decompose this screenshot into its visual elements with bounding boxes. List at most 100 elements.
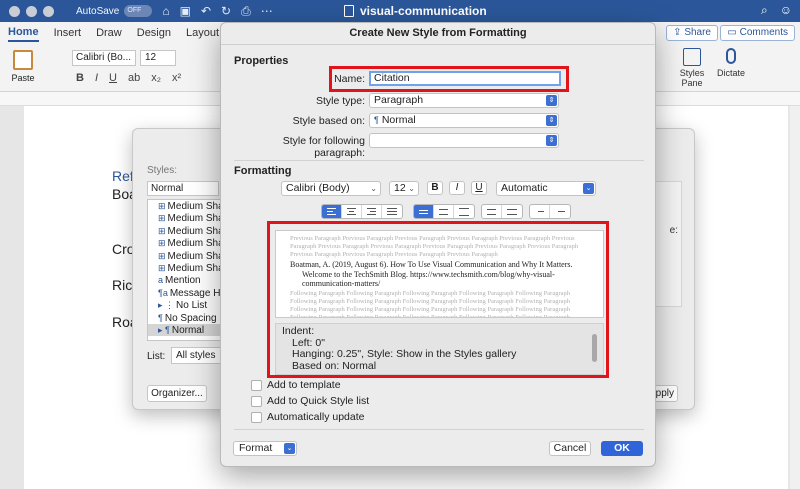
underline-icon[interactable]: U	[109, 72, 117, 84]
automatically-update-checkbox[interactable]: Automatically update	[251, 411, 364, 423]
tab-home[interactable]: Home	[8, 26, 39, 42]
undo-icon[interactable]: ↶	[201, 4, 211, 18]
list-item[interactable]: ¶ No Spacing	[148, 312, 222, 324]
autosave-toggle[interactable]: OFF	[124, 5, 153, 17]
add-to-template-label: Add to template	[267, 379, 341, 391]
space-before-icon[interactable]	[482, 205, 502, 218]
list-item[interactable]: ▸ ⋮ No List	[148, 299, 222, 311]
based-on-select[interactable]: ¶ Normal ⇕	[369, 113, 559, 128]
paste-label: Paste	[11, 73, 35, 83]
list-item[interactable]: ⊞ Medium Shac	[148, 212, 222, 224]
font-size-select[interactable]: 12	[140, 50, 176, 66]
style-name: Medium Shac	[167, 250, 223, 262]
name-field-highlight	[329, 66, 569, 92]
vertical-scrollbar[interactable]	[790, 106, 800, 489]
one-half-spacing-icon[interactable]	[434, 205, 454, 218]
following-select[interactable]: ⇕	[369, 133, 559, 148]
list-item[interactable]: ▸ ¶ Normal	[148, 323, 222, 337]
chevron-down-icon: ⌄	[284, 443, 295, 454]
format-menu-button[interactable]: Format ⌄	[233, 441, 297, 456]
chevron-updown-icon: ⇕	[546, 115, 557, 126]
paragraph-icon: ¶	[374, 115, 379, 125]
smiley-icon[interactable]: ☺	[780, 3, 792, 18]
subscript-icon[interactable]: x₂	[151, 72, 161, 84]
italic-icon[interactable]: I	[95, 72, 98, 84]
checkbox-icon	[251, 395, 262, 407]
style-type-icon: ⊞	[158, 201, 166, 211]
clipboard-icon	[13, 50, 33, 70]
chevron-updown-icon: ⇕	[546, 135, 557, 146]
print-icon[interactable]: ⎙	[241, 4, 251, 19]
list-item[interactable]: a Mention	[148, 274, 222, 286]
home-icon[interactable]: ⌂	[162, 4, 169, 18]
font-select[interactable]: Calibri (Body) ⌄	[281, 181, 381, 196]
style-name: Medium Shac	[167, 238, 223, 250]
bold-button[interactable]: B	[427, 181, 443, 195]
align-left-icon[interactable]	[322, 205, 342, 218]
list-item[interactable]: ⊞ Medium Shac	[148, 262, 222, 274]
align-center-icon[interactable]	[342, 205, 362, 218]
more-icon[interactable]: ⋯	[261, 4, 273, 18]
decrease-indent-icon[interactable]	[530, 205, 550, 218]
tab-insert[interactable]: Insert	[54, 27, 82, 42]
organizer-button[interactable]: Organizer...	[147, 385, 207, 402]
para-spacing-group	[481, 204, 523, 219]
properties-heading: Properties	[234, 55, 289, 67]
font-name-select[interactable]: Calibri (Bo...	[72, 50, 136, 66]
dictate-button[interactable]: Dictate	[714, 48, 748, 78]
preview-highlight	[267, 221, 609, 378]
style-type-icon: ▸ ¶	[158, 324, 170, 335]
dialog-title: Create New Style from Formatting	[221, 23, 655, 45]
automatically-update-label: Automatically update	[267, 411, 365, 423]
share-label: Share	[684, 27, 711, 38]
style-type-icon: ▸ ⋮	[158, 300, 175, 311]
bold-icon[interactable]: B	[76, 72, 84, 84]
space-after-icon[interactable]	[502, 205, 522, 218]
font-color-select[interactable]: Automatic ⌄	[496, 181, 596, 196]
close-window-button[interactable]	[9, 5, 20, 17]
cancel-button[interactable]: Cancel	[549, 441, 591, 456]
list-select[interactable]: All styles	[171, 347, 223, 364]
description-label: e:	[669, 225, 678, 236]
style-type-icon: ¶a	[158, 287, 168, 298]
style-type-select[interactable]: Paragraph ⇕	[369, 93, 559, 108]
redo-icon[interactable]: ↻	[221, 4, 231, 18]
minimize-window-button[interactable]	[26, 5, 37, 17]
chevron-updown-icon: ⇕	[546, 95, 557, 106]
italic-button[interactable]: I	[449, 181, 465, 195]
add-to-template-checkbox[interactable]: Add to template	[251, 379, 341, 391]
list-item[interactable]: ¶aMessage Hea	[148, 287, 222, 299]
list-item[interactable]: ⊞ Medium Shac	[148, 200, 222, 212]
font-color-value: Automatic	[501, 182, 548, 194]
current-style-field[interactable]: Normal	[147, 181, 219, 196]
save-icon[interactable]: ▣	[180, 4, 191, 18]
tab-design[interactable]: Design	[137, 27, 171, 42]
size-select[interactable]: 12 ⌄	[389, 181, 419, 196]
comments-button[interactable]: ▭ Comments	[720, 25, 795, 41]
ok-button[interactable]: OK	[601, 441, 643, 456]
zoom-window-button[interactable]	[43, 5, 54, 17]
add-to-quick-style-checkbox[interactable]: Add to Quick Style list	[251, 395, 369, 407]
chevron-down-icon: ⌄	[408, 184, 415, 193]
paste-button[interactable]: Paste	[10, 50, 36, 88]
share-button[interactable]: ⇪ Share	[666, 25, 718, 41]
styles-list[interactable]: ⊞ Medium Shac ⊞ Medium Shac ⊞ Medium Shac ⊞ Med…	[147, 199, 223, 341]
share-icon: ⇪	[673, 27, 682, 38]
styles-pane-button[interactable]: Styles Pane	[672, 48, 712, 88]
list-item[interactable]: ⊞ Medium Shac	[148, 250, 222, 262]
underline-button[interactable]: U	[471, 181, 487, 195]
list-item[interactable]: ⊞ Medium Shac	[148, 225, 222, 237]
alignment-group	[321, 204, 403, 219]
align-right-icon[interactable]	[362, 205, 382, 218]
list-item[interactable]: ⊞ Medium Shac	[148, 237, 222, 249]
single-spacing-icon[interactable]	[414, 205, 434, 218]
tab-layout[interactable]: Layout	[186, 27, 219, 42]
tab-draw[interactable]: Draw	[96, 27, 122, 42]
add-to-quick-style-label: Add to Quick Style list	[267, 395, 370, 407]
double-spacing-icon[interactable]	[454, 205, 474, 218]
superscript-icon[interactable]: x²	[172, 72, 181, 84]
increase-indent-icon[interactable]	[550, 205, 570, 218]
justify-icon[interactable]	[382, 205, 402, 218]
strikethrough-icon[interactable]: ab	[128, 72, 140, 84]
search-icon[interactable]: ⌕	[761, 3, 768, 18]
